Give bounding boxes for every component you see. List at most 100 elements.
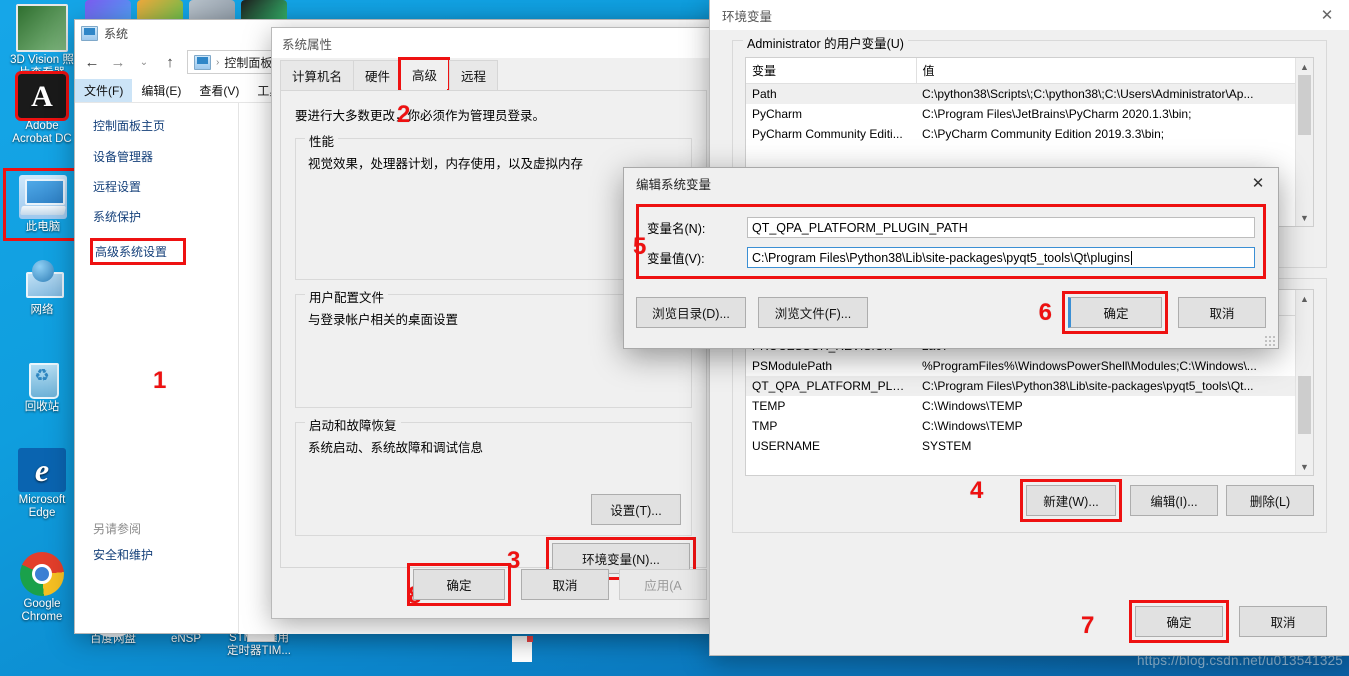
cell-variable: TMP xyxy=(752,419,778,433)
sidebar-item-control-panel-home[interactable]: 控制面板主页 xyxy=(93,117,238,134)
column-header-variable: 变量 xyxy=(746,58,917,84)
see-also-section: 另请参阅 安全和维护 xyxy=(93,520,153,576)
environment-variables-cancel-button[interactable]: 取消 xyxy=(1239,606,1327,637)
system-properties-tabs[interactable]: 计算机名 硬件 高级 远程 xyxy=(272,57,715,93)
tab-hardware[interactable]: 硬件 xyxy=(353,60,403,90)
desktop-icon-adobe-acrobat-dc[interactable]: A Adobe Acrobat DC xyxy=(2,71,82,146)
system-window-icon xyxy=(81,25,98,41)
sidebar-item-advanced-system-settings[interactable]: 高级系统设置 xyxy=(95,243,167,260)
scroll-up-icon[interactable]: ▲ xyxy=(1296,58,1313,75)
desktop-icon-network[interactable]: 网络 xyxy=(2,258,82,317)
desktop-icon-this-pc[interactable]: 此电脑 xyxy=(3,168,83,241)
browse-file-button[interactable]: 浏览文件(F)... xyxy=(758,297,868,328)
cell-variable: PSModulePath xyxy=(752,359,833,373)
edit-system-variable-cancel-button[interactable]: 取消 xyxy=(1178,297,1266,328)
variable-name-input[interactable]: QT_QPA_PLATFORM_PLUGIN_PATH xyxy=(747,217,1255,238)
desktop-icon-google-chrome[interactable]: Google Chrome xyxy=(2,552,82,624)
3d-vision-icon xyxy=(16,4,68,52)
new-variable-button[interactable]: 新建(W)... xyxy=(1026,485,1116,516)
browse-directory-button[interactable]: 浏览目录(D)... xyxy=(636,297,746,328)
menu-item-view[interactable]: 查看(V) xyxy=(190,79,248,102)
desktop-icon-microsoft-edge[interactable]: e Microsoft Edge xyxy=(2,448,82,520)
desktop-icon-row-top xyxy=(85,0,375,22)
highlight-system-properties-ok: 确定 xyxy=(407,563,511,606)
menu-item-edit[interactable]: 编辑(E) xyxy=(132,79,190,102)
recent-locations-icon[interactable]: ⌄ xyxy=(131,49,157,75)
edge-icon: e xyxy=(18,448,66,492)
cell-variable: PyCharm xyxy=(752,107,803,121)
highlight-variable-fields: 5 变量名(N): QT_QPA_PLATFORM_PLUGIN_PATH 变量… xyxy=(633,204,1266,279)
startup-settings-button[interactable]: 设置(T)... xyxy=(591,494,681,525)
tab-remote[interactable]: 远程 xyxy=(449,60,499,90)
cell-variable: Path xyxy=(746,83,916,104)
cell-value: SYSTEM xyxy=(922,439,972,453)
edit-system-variable-buttons: 浏览目录(D)... 浏览文件(F)... 6 确定 取消 xyxy=(636,291,1266,334)
table-row[interactable]: Path C:\python38\Scripts\;C:\python38\;C… xyxy=(746,83,1313,104)
resize-grip-icon[interactable] xyxy=(1265,336,1275,346)
scrollbar-thumb[interactable] xyxy=(1298,75,1311,135)
variable-value-text: C:\Program Files\Python38\Lib\site-packa… xyxy=(752,250,1130,265)
taskbar-document-icon[interactable] xyxy=(512,636,533,662)
system-properties-cancel-button[interactable]: 取消 xyxy=(521,569,609,600)
breadcrumb-item[interactable]: 控制面板 xyxy=(224,54,272,71)
user-variables-table: 变量 值 Path C:\python38\Scripts\;C:\python… xyxy=(746,58,1313,144)
user-profiles-legend: 用户配置文件 xyxy=(305,287,389,306)
table-row[interactable]: PyCharm C:\Program Files\JetBrains\PyCha… xyxy=(746,104,1313,124)
system-properties-title: 系统属性 xyxy=(282,37,333,52)
cell-variable: TEMP xyxy=(752,399,786,413)
chrome-icon xyxy=(18,552,66,596)
tab-computer-name[interactable]: 计算机名 xyxy=(280,60,355,90)
close-icon[interactable]: ✕ xyxy=(1305,0,1349,30)
system-properties-apply-button[interactable]: 应用(A xyxy=(619,569,707,600)
desktop-icon-3d-vision-photo-viewer[interactable]: 3D Vision 照 片查看器 xyxy=(2,4,82,80)
cell-variable: QT_QPA_PLATFORM_PLU... xyxy=(746,376,916,396)
table-row[interactable]: PSModulePath %ProgramFiles%\WindowsPower… xyxy=(746,356,1313,376)
delete-variable-button[interactable]: 删除(L) xyxy=(1226,485,1314,516)
network-icon xyxy=(18,258,66,302)
table-row[interactable]: TEMP C:\Windows\TEMP xyxy=(746,396,1313,416)
close-icon[interactable]: ✕ xyxy=(1238,168,1278,198)
text-caret xyxy=(1130,250,1132,265)
variable-value-input[interactable]: C:\Program Files\Python38\Lib\site-packa… xyxy=(747,247,1255,268)
sidebar-item-device-manager[interactable]: 设备管理器 xyxy=(93,148,238,165)
cell-value: C:\Program Files\Python38\Lib\site-packa… xyxy=(916,376,1313,396)
system-variables-scrollbar[interactable]: ▲ ▼ xyxy=(1295,290,1313,475)
environment-variables-titlebar: 环境变量 ✕ xyxy=(710,0,1349,30)
system-properties-ok-button[interactable]: 确定 xyxy=(413,569,505,600)
edit-system-variable-title: 编辑系统变量 xyxy=(636,177,712,192)
edit-system-variable-ok-button[interactable]: 确定 xyxy=(1068,297,1162,328)
user-variables-legend: Administrator 的用户变量(U) xyxy=(743,33,908,52)
up-icon[interactable]: ↑ xyxy=(157,49,183,75)
partial-icon-tool xyxy=(189,0,235,22)
tab-advanced[interactable]: 高级 xyxy=(401,60,449,89)
edit-variable-button[interactable]: 编辑(I)... xyxy=(1130,485,1218,516)
scrollbar-thumb[interactable] xyxy=(1298,376,1311,434)
menu-item-file[interactable]: 文件(F) xyxy=(75,78,133,102)
environment-variables-ok-button[interactable]: 确定 xyxy=(1135,606,1223,637)
startup-recovery-description: 系统启动、系统故障和调试信息 xyxy=(308,441,484,455)
sidebar-item-system-protection[interactable]: 系统保护 xyxy=(93,208,238,225)
address-bar-computer-icon xyxy=(194,54,211,70)
scroll-up-icon[interactable]: ▲ xyxy=(1296,290,1313,307)
edit-system-variable-dialog[interactable]: 编辑系统变量 ✕ 5 变量名(N): QT_QPA_PLATFORM_PLUGI… xyxy=(624,168,1278,348)
control-panel-title: 系统 xyxy=(104,26,129,41)
user-variables-scrollbar[interactable]: ▲ ▼ xyxy=(1295,58,1313,226)
system-variables-buttons: 新建(W)... 编辑(I)... 删除(L) xyxy=(1020,479,1314,522)
back-icon[interactable]: ← xyxy=(79,49,105,75)
scroll-down-icon[interactable]: ▼ xyxy=(1296,209,1313,226)
table-row[interactable]: TMP C:\Windows\TEMP xyxy=(746,416,1313,436)
highlight-new-button: 新建(W)... xyxy=(1020,479,1122,522)
step-number-4: 4 xyxy=(970,477,984,504)
step-number-5: 5 xyxy=(633,233,647,260)
table-row[interactable]: QT_QPA_PLATFORM_PLU... C:\Program Files\… xyxy=(746,376,1313,396)
see-also-link-security-and-maintenance[interactable]: 安全和维护 xyxy=(93,546,153,563)
cell-value: C:\Windows\TEMP xyxy=(922,399,1023,413)
startup-recovery-section: 启动和故障恢复 系统启动、系统故障和调试信息 设置(T)... xyxy=(295,415,692,536)
step-number-1: 1 xyxy=(153,367,167,394)
sidebar-item-remote-settings[interactable]: 远程设置 xyxy=(93,178,238,195)
forward-icon[interactable]: → xyxy=(105,49,131,75)
table-row[interactable]: USERNAME SYSTEM xyxy=(746,436,1313,456)
table-row[interactable]: PyCharm Community Editi... C:\PyCharm Co… xyxy=(746,124,1313,144)
desktop-icon-recycle-bin[interactable]: 回收站 xyxy=(2,355,82,414)
scroll-down-icon[interactable]: ▼ xyxy=(1296,458,1313,475)
